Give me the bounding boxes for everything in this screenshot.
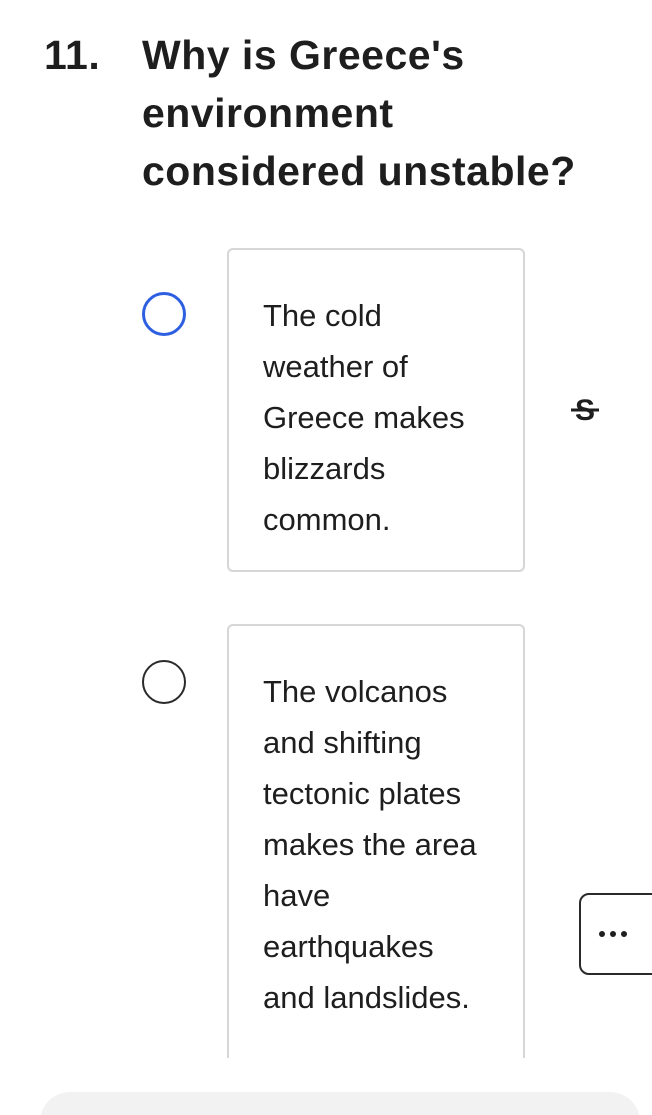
question-page: 11. Why is Greece's environment consider… [0,0,652,1115]
strikethrough-s-icon: S [571,394,599,427]
more-options-button[interactable] [579,893,652,975]
answer-option-1[interactable]: The cold weather of Greece makes blizzar… [0,248,652,572]
strikethrough-button[interactable]: S [563,388,607,432]
answer-text-option-2: The volcanos and shifting tectonic plate… [263,674,477,1015]
question-number: 11. [44,32,101,78]
answer-card-option-1[interactable]: The cold weather of Greece makes blizzar… [227,248,525,572]
answer-card-option-2[interactable]: The volcanos and shifting tectonic plate… [227,624,525,1084]
radio-button-option-2[interactable] [142,660,186,704]
question-text: Why is Greece's environment considered u… [142,32,576,194]
radio-button-option-1[interactable] [142,292,186,336]
answer-option-2[interactable]: The volcanos and shifting tectonic plate… [0,624,652,1084]
ellipsis-icon [599,931,632,937]
answer-text-option-1: The cold weather of Greece makes blizzar… [263,298,465,537]
bottom-bar [40,1092,640,1115]
